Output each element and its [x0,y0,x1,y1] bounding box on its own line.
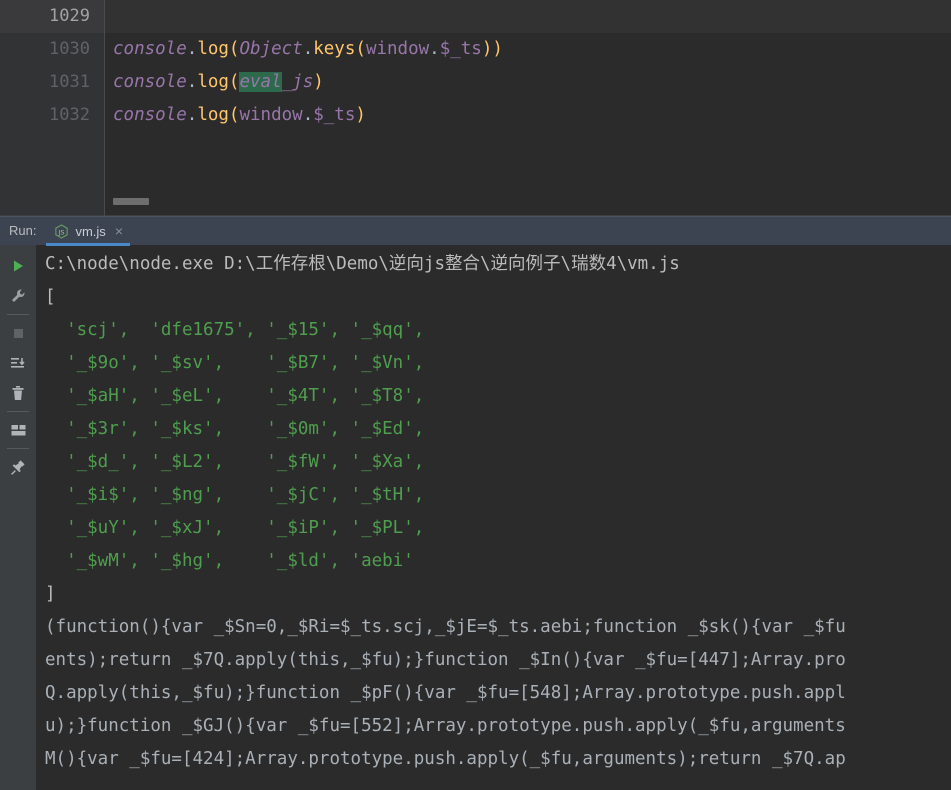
run-tool-header: Run: JS vm.js × [0,216,951,246]
token-window: window [239,105,303,125]
token-dot: . [186,72,198,92]
stop-square-icon [14,329,23,338]
run-body: C:\node\node.exe D:\工作存根\Demo\逆向js整合\逆向例… [0,245,951,790]
line-number: 1030 [0,33,104,66]
console-line: '_$aH', '_$eL', '_$4T', '_$T8', [45,386,425,406]
run-tab-label: vm.js [75,223,106,239]
trash-icon [12,385,24,400]
token-log: log [197,105,229,125]
console-line: '_$uY', '_$xJ', '_$iP', '_$PL', [45,518,425,538]
line-number: 1031 [0,66,104,99]
token-dot: . [186,39,198,59]
token-paren: ( [228,72,240,92]
token-window: window [365,39,430,59]
line-content[interactable]: console.log(eval_js) [104,66,951,99]
token-ts: $_ts [439,39,482,59]
run-label: Run: [9,223,37,238]
run-tab-vm-js[interactable]: JS vm.js × [46,217,130,246]
token-console: console [113,39,187,59]
token-console: console [113,72,187,92]
editor-lines: 1029 1030 console.log(Object.keys(window… [0,0,951,132]
token-paren: ( [228,39,240,59]
gutter-divider [104,0,105,216]
layout-icon [11,424,25,435]
token-paren: ( [228,105,240,125]
editor-line-1032[interactable]: 1032 console.log(window.$_ts) [0,99,951,132]
token-paren: ( [355,39,366,59]
console-line: [ [45,287,56,307]
settings-button[interactable] [3,281,33,311]
line-content[interactable]: console.log(window.$_ts) [104,99,951,132]
close-icon[interactable]: × [115,224,123,238]
token-paren: ) [492,39,503,59]
console-line: Q.apply(this,_$fu);}function _$pF(){var … [45,683,846,703]
token-dot: . [302,39,314,59]
code-editor-pane[interactable]: 1029 1030 console.log(Object.keys(window… [0,0,951,216]
console-line: ] [45,584,56,604]
token-object: Object [239,39,303,59]
javascript-file-icon: JS [54,223,69,239]
token-paren: ) [355,105,366,125]
console-line: '_$9o', '_$sv', '_$B7', '_$Vn', [45,353,425,373]
console-output[interactable]: C:\node\node.exe D:\工作存根\Demo\逆向js整合\逆向例… [36,245,951,790]
console-line: '_$d_', '_$L2', '_$fW', '_$Xa', [45,452,425,472]
console-line: '_$3r', '_$ks', '_$0m', '_$Ed', [45,419,425,439]
editor-line-1029[interactable]: 1029 [0,0,951,33]
run-tool-window: Run: JS vm.js × C:\node\node.exe D:\工作存根… [0,216,951,790]
token-dot: . [429,39,440,59]
editor-line-1031[interactable]: 1031 console.log(eval_js) [0,66,951,99]
token-console: console [113,105,187,125]
toolbar-divider [7,448,29,449]
pin-icon [10,459,25,475]
token-dot: . [302,105,314,125]
pin-tab-button[interactable] [3,452,33,482]
editor-horizontal-scrollbar[interactable] [113,198,149,205]
play-icon [14,260,23,272]
token-log: log [197,39,229,59]
line-number: 1032 [0,99,104,132]
svg-text:JS: JS [58,228,65,236]
console-line: 'scj', 'dfe1675', '_$15', '_$qq', [45,320,425,340]
editor-line-1030[interactable]: 1030 console.log(Object.keys(window.$_ts… [0,33,951,66]
token-eval-js-rest: _js [281,72,314,92]
token-paren: ) [313,72,324,92]
layout-button[interactable] [3,415,33,445]
token-keys: keys [313,39,356,59]
line-content[interactable]: console.log(Object.keys(window.$_ts)) [104,33,951,66]
token-dot: . [186,105,198,125]
console-line: u);}function _$GJ(){var _$fu=[552];Array… [45,716,846,736]
rerun-button[interactable] [3,251,33,281]
run-side-toolbar [0,245,36,790]
ide-window: 1029 1030 console.log(Object.keys(window… [0,0,951,790]
scroll-to-end-icon [10,357,25,368]
scroll-to-end-button[interactable] [3,348,33,378]
console-line: ents);return _$7Q.apply(this,_$fu);}func… [45,650,846,670]
console-line: C:\node\node.exe D:\工作存根\Demo\逆向js整合\逆向例… [45,254,680,274]
console-line: '_$i$', '_$ng', '_$jC', '_$tH', [45,485,425,505]
clear-all-button[interactable] [3,378,33,408]
token-ts: $_ts [313,105,356,125]
console-line: (function(){var _$Sn=0,_$Ri=$_ts.scj,_$j… [45,617,846,637]
stop-button[interactable] [3,318,33,348]
console-line: '_$wM', '_$hg', '_$ld', 'aebi' [45,551,414,571]
console-line: M(){var _$fu=[424];Array.prototype.push.… [45,749,846,769]
line-number: 1029 [0,0,104,33]
token-paren: ) [481,39,493,59]
selected-text[interactable]: eval [239,72,282,92]
toolbar-divider [7,314,29,315]
token-log: log [197,72,229,92]
toolbar-divider [7,411,29,412]
wrench-icon [11,289,24,302]
